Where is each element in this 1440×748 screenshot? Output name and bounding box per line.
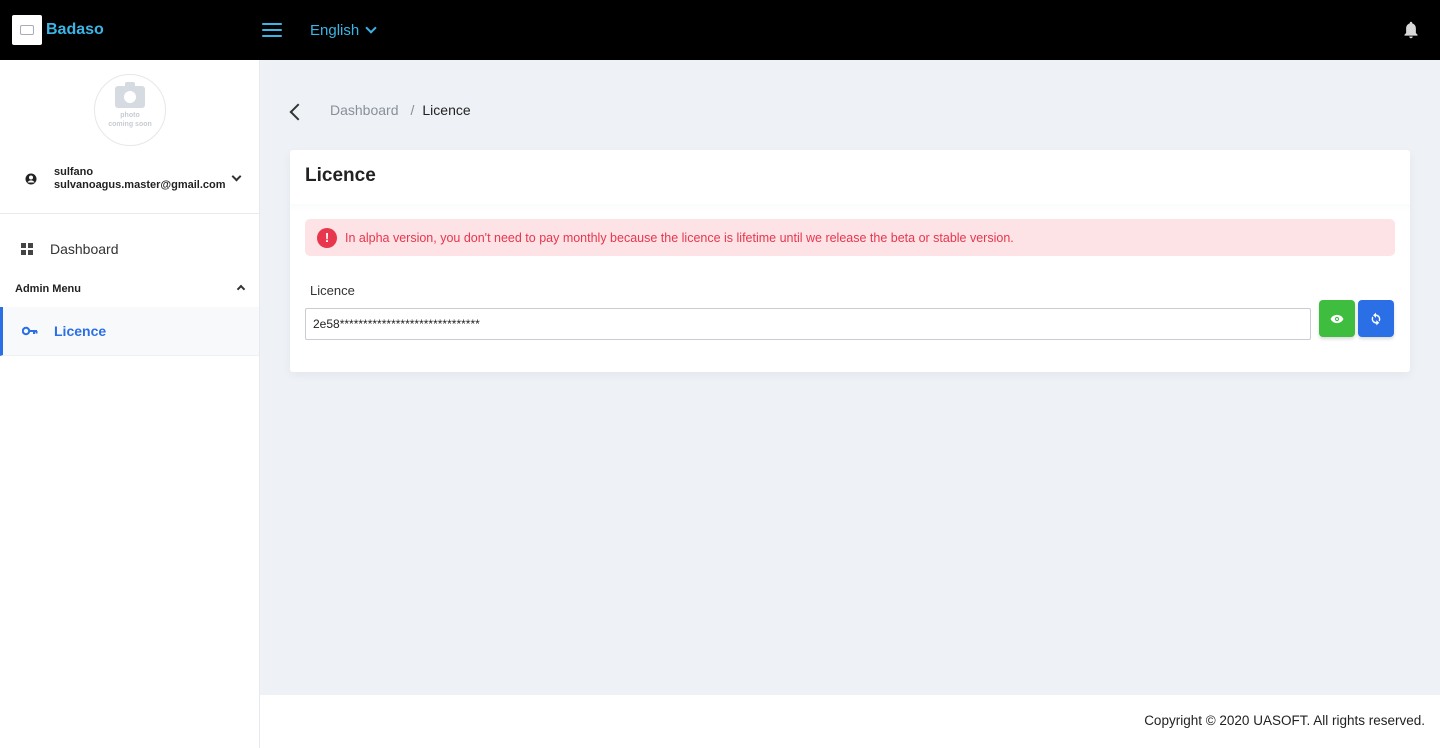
language-label: English [310,21,360,39]
menu-toggle-icon[interactable] [262,23,282,37]
avatar-placeholder-text: photo coming soon [108,111,152,128]
user-profile-toggle[interactable]: sulfano sulvanoagus.master@gmail.com [0,164,260,194]
brand-logo [12,15,42,45]
dashboard-icon [21,243,33,255]
copyright-text: Copyright © 2020 UASOFT. All rights rese… [1144,713,1425,728]
divider [0,213,259,214]
key-icon [22,326,38,336]
language-selector[interactable]: English [310,21,377,39]
breadcrumb-dashboard[interactable]: Dashboard [330,102,399,118]
show-licence-button[interactable] [1319,300,1355,337]
alert-icon: ! [317,227,337,248]
user-name: sulfano [54,166,94,178]
bell-icon[interactable] [1402,20,1420,40]
chevron-down-icon [231,171,242,182]
sidebar-item-label: Dashboard [50,241,119,257]
user-circle-icon [25,173,37,185]
refresh-icon [1371,312,1381,325]
card-title: Licence [305,165,376,186]
camera-icon [20,25,34,35]
eye-icon [1330,314,1344,323]
footer: Copyright © 2020 UASOFT. All rights rese… [260,695,1440,748]
chevron-down-icon [365,22,377,34]
avatar: photo coming soon [94,74,166,146]
regenerate-licence-button[interactable] [1358,300,1394,337]
top-navbar: Badaso English [0,0,1440,60]
camera-icon [115,81,145,108]
alert-text: In alpha version, you don't need to pay … [345,230,1014,245]
user-email: sulvanoagus.master@gmail.com [54,179,226,191]
alert-banner: ! In alpha version, you don't need to pa… [305,219,1395,256]
sidebar: photo coming soon sulfano sulvanoagus.ma… [0,60,260,748]
breadcrumb-current: Licence [422,102,471,118]
user-info: sulfano sulvanoagus.master@gmail.com [54,166,226,192]
brand-name: Badaso [46,21,104,38]
licence-card: Licence ! In alpha version, you don't ne… [290,150,1410,372]
brand[interactable]: Badaso [0,0,260,60]
chevron-up-icon [236,284,246,294]
back-button[interactable] [288,102,304,122]
breadcrumb: Dashboard / Licence [330,102,471,118]
sidebar-item-licence[interactable]: Licence [0,307,259,356]
breadcrumb-separator: / [410,102,415,118]
admin-menu-label: Admin Menu [15,283,81,295]
licence-field-label: Licence [310,283,355,298]
card-header-divider [290,204,1410,212]
sidebar-item-label: Licence [54,323,107,339]
sidebar-item-dashboard[interactable]: Dashboard [0,234,259,264]
admin-menu-toggle[interactable]: Admin Menu [15,280,250,298]
licence-input[interactable] [305,308,1311,340]
